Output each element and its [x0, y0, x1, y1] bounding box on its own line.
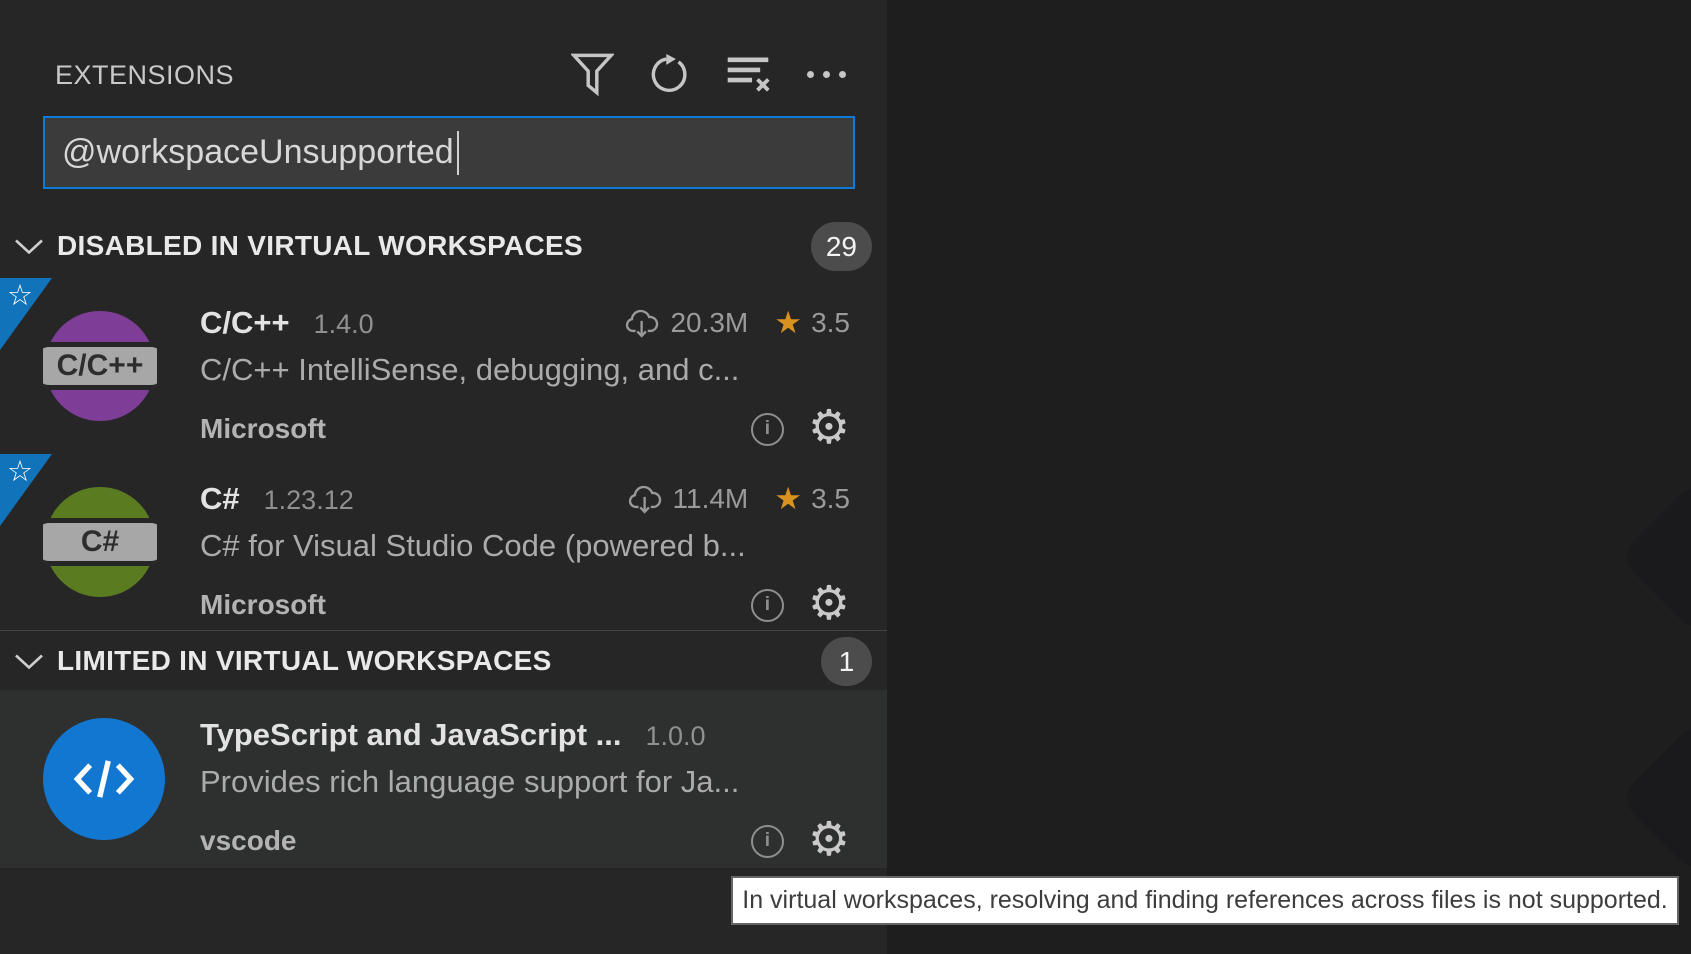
- extension-name: C/C++: [200, 305, 290, 341]
- search-value: @workspaceUnsupported: [62, 133, 454, 172]
- panel-actions-toolbar: [568, 46, 850, 102]
- info-icon[interactable]: i: [751, 589, 784, 622]
- extension-logo-cpp: C/C++: [45, 311, 155, 421]
- extension-description: Provides rich language support for Ja...: [200, 764, 850, 800]
- extension-name: C#: [200, 481, 240, 517]
- chevron-down-icon: [14, 238, 44, 255]
- download-count: 20.3M: [670, 307, 748, 339]
- clear-search-results-icon[interactable]: [724, 46, 772, 102]
- download-count-icon: [628, 483, 664, 515]
- extension-version: 1.0.0: [646, 721, 706, 752]
- download-count-icon: [625, 307, 661, 339]
- search-input[interactable]: @workspaceUnsupported: [43, 116, 855, 189]
- tooltip-text: In virtual workspaces, resolving and fin…: [742, 886, 1667, 915]
- manage-gear-icon[interactable]: ⚙: [808, 404, 850, 451]
- info-icon[interactable]: i: [751, 413, 784, 446]
- extension-version: 1.23.12: [264, 485, 354, 516]
- extension-row-csharp[interactable]: ☆ C# C# 1.23.12 11.4M ★ 3.5 C#: [0, 454, 887, 630]
- refresh-icon[interactable]: [646, 46, 694, 102]
- section-count-badge: 29: [811, 222, 872, 271]
- download-count: 11.4M: [673, 483, 749, 515]
- section-count-badge: 1: [821, 637, 872, 686]
- filter-icon[interactable]: [568, 46, 616, 102]
- section-header-limited-in-virtual-workspaces[interactable]: LIMITED IN VIRTUAL WORKSPACES 1: [0, 630, 887, 691]
- text-caret: [457, 131, 459, 175]
- rating-value: 3.5: [811, 307, 850, 339]
- extension-row-typescript-javascript[interactable]: TypeScript and JavaScript ... 1.0.0 Prov…: [0, 690, 887, 868]
- rating-star-icon: ★: [774, 308, 802, 339]
- featured-star-icon: ☆: [7, 454, 33, 488]
- tooltip: In virtual workspaces, resolving and fin…: [731, 876, 1679, 925]
- extension-description: C/C++ IntelliSense, debugging, and c...: [200, 352, 850, 388]
- section-label: LIMITED IN VIRTUAL WORKSPACES: [57, 645, 552, 677]
- section-label: DISABLED IN VIRTUAL WORKSPACES: [57, 230, 583, 262]
- extension-publisher: Microsoft: [200, 589, 326, 621]
- panel-title: EXTENSIONS: [55, 60, 234, 91]
- editor-watermark-shape: [1618, 720, 1691, 876]
- logo-label: C/C++: [43, 342, 157, 390]
- extensions-sidebar: EXTENSIONS @workspaceUnsupported: [0, 0, 887, 954]
- logo-label: C#: [43, 518, 157, 566]
- extension-publisher: Microsoft: [200, 413, 326, 445]
- section-header-disabled-in-virtual-workspaces[interactable]: DISABLED IN VIRTUAL WORKSPACES 29: [0, 214, 887, 278]
- extension-logo-typescript: [43, 718, 165, 840]
- manage-gear-icon[interactable]: ⚙: [808, 816, 850, 863]
- manage-gear-icon[interactable]: ⚙: [808, 580, 850, 627]
- extension-logo-csharp: C#: [45, 487, 155, 597]
- info-icon[interactable]: i: [751, 825, 784, 858]
- featured-star-icon: ☆: [7, 278, 33, 312]
- more-actions-icon[interactable]: [802, 46, 850, 102]
- extension-publisher: vscode: [200, 825, 297, 857]
- editor-watermark-shape: [1618, 479, 1691, 635]
- extension-version: 1.4.0: [314, 309, 374, 340]
- chevron-down-icon: [14, 653, 44, 670]
- extension-name: TypeScript and JavaScript ...: [200, 717, 622, 753]
- extension-description: C# for Visual Studio Code (powered b...: [200, 528, 850, 564]
- extension-row-cpp[interactable]: ☆ C/C++ C/C++ 1.4.0 20.3M ★ 3.5: [0, 278, 887, 454]
- code-brackets-icon: [72, 753, 136, 805]
- rating-star-icon: ★: [774, 484, 802, 515]
- rating-value: 3.5: [811, 483, 850, 515]
